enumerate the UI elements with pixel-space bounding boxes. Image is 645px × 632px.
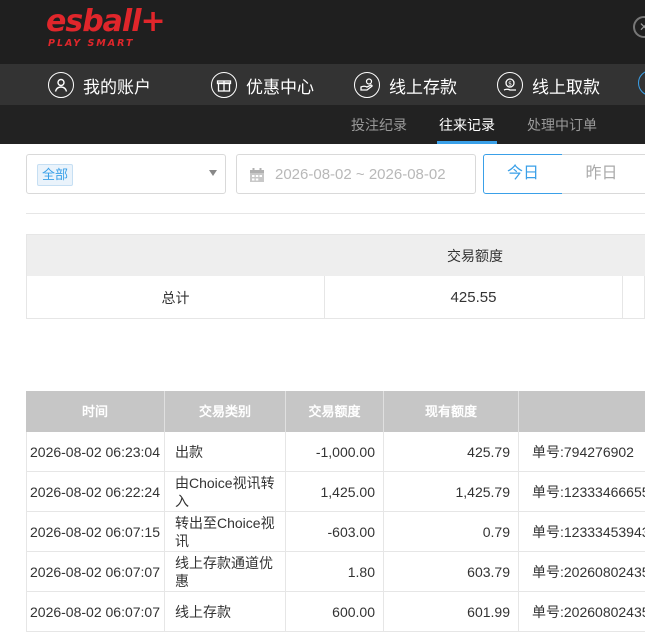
cell-amount: -603.00 [286, 512, 384, 552]
user-icon [48, 72, 74, 98]
cell-amount: -1,000.00 [286, 432, 384, 472]
divider [26, 213, 645, 214]
chevron-down-icon [209, 170, 217, 176]
logo-main-text: esball+ [46, 4, 166, 39]
summary-header: 交易额度 [27, 235, 645, 276]
calendar-icon [250, 168, 264, 182]
close-icon[interactable]: ✕ [633, 16, 645, 38]
transaction-type-select[interactable]: 全部 [26, 154, 226, 194]
nav-item-promotions[interactable]: 优惠中心 [211, 70, 314, 100]
cell-amount: 600.00 [286, 592, 384, 632]
cell-time: 2026-08-02 06:07:15 [26, 512, 165, 552]
sub-nav: 投注纪录 往来记录 处理中订单 [0, 105, 645, 144]
cell-note: 单号:794276902 [519, 432, 645, 472]
cell-balance: 1,425.79 [384, 472, 519, 512]
esball-logo[interactable]: esball+ PLAY SMART [46, 4, 166, 50]
nav-item-label: 我的账户 [83, 77, 151, 97]
cell-type: 线上存款 [165, 592, 286, 632]
cell-balance: 0.79 [384, 512, 519, 552]
logo-tagline: PLAY SMART [48, 38, 135, 49]
column-header-balance: 现有额度 [384, 391, 519, 432]
cell-type: 线上存款通道优惠 [165, 552, 286, 592]
cell-type: 由Choice视讯转入 [165, 472, 286, 512]
cell-balance: 601.99 [384, 592, 519, 632]
cell-time: 2026-08-02 06:07:07 [26, 592, 165, 632]
date-range-picker[interactable]: 2026-08-02 ~ 2026-08-02 [236, 154, 476, 194]
main-nav: 我的账户 优惠中心 线上存款 $ 线上取款 [0, 64, 645, 105]
cell-amount: 1.80 [286, 552, 384, 592]
summary-table: 交易额度 总计 425.55 [26, 234, 645, 319]
column-header-note [519, 391, 645, 432]
summary-total-value: 425.55 [325, 276, 623, 319]
cell-time: 2026-08-02 06:07:07 [26, 552, 165, 592]
nav-item-label: 线上取款 [532, 77, 600, 97]
column-header-type: 交易类别 [165, 391, 286, 432]
nav-item-account[interactable]: 我的账户 [48, 70, 151, 100]
cell-amount: 1,425.00 [286, 472, 384, 512]
column-header-time: 时间 [26, 391, 165, 432]
cell-time: 2026-08-02 06:23:04 [26, 432, 165, 472]
cell-note: 单号:12333453943 [519, 512, 645, 552]
table-row: 2026-08-02 06:07:07 线上存款 600.00 601.99 单… [26, 592, 645, 632]
table-row: 2026-08-02 06:23:04 出款 -1,000.00 425.79 … [26, 432, 645, 472]
nav-item-deposit[interactable]: 线上存款 [354, 70, 457, 100]
summary-row-label: 总计 [27, 276, 325, 319]
summary-row: 总计 425.55 [27, 276, 645, 319]
svg-text:$: $ [508, 81, 512, 88]
top-bar: esball+ PLAY SMART ✕ [0, 0, 645, 64]
table-row: 2026-08-02 06:07:15 转出至Choice视讯 -603.00 … [26, 512, 645, 552]
cell-time: 2026-08-02 06:22:24 [26, 472, 165, 512]
cell-note: 单号:12333466655 [519, 472, 645, 512]
cell-type: 出款 [165, 432, 286, 472]
nav-item-withdraw[interactable]: $ 线上取款 [497, 70, 600, 100]
gift-icon [211, 72, 237, 98]
nav-item-label: 优惠中心 [246, 77, 314, 97]
table-row: 2026-08-02 06:22:24 由Choice视讯转入 1,425.00… [26, 472, 645, 512]
tab-pending-orders[interactable]: 处理中订单 [527, 105, 597, 144]
cell-balance: 603.79 [384, 552, 519, 592]
yesterday-button[interactable]: 昨日 [562, 154, 642, 194]
more-icon[interactable] [638, 70, 645, 96]
selected-type-tag: 全部 [37, 164, 74, 186]
date-range-text: 2026-08-02 ~ 2026-08-02 [275, 166, 446, 183]
today-button[interactable]: 今日 [483, 154, 563, 194]
cell-balance: 425.79 [384, 432, 519, 472]
more-range-button[interactable] [641, 154, 645, 194]
cell-note: 单号:20260802435 [519, 592, 645, 632]
records-header: 时间 交易类别 交易额度 现有额度 [26, 391, 645, 432]
tab-bet-records[interactable]: 投注纪录 [351, 105, 407, 144]
table-row: 2026-08-02 06:07:07 线上存款通道优惠 1.80 603.79… [26, 552, 645, 592]
deposit-icon [354, 72, 380, 98]
cell-type: 转出至Choice视讯 [165, 512, 286, 552]
withdraw-icon: $ [497, 72, 523, 98]
column-header-amount: 交易额度 [286, 391, 384, 432]
nav-item-label: 线上存款 [389, 77, 457, 97]
tab-transaction-records[interactable]: 往来记录 [437, 105, 497, 144]
summary-header-label: 交易额度 [447, 248, 503, 264]
cell-note: 单号:20260802435 [519, 552, 645, 592]
